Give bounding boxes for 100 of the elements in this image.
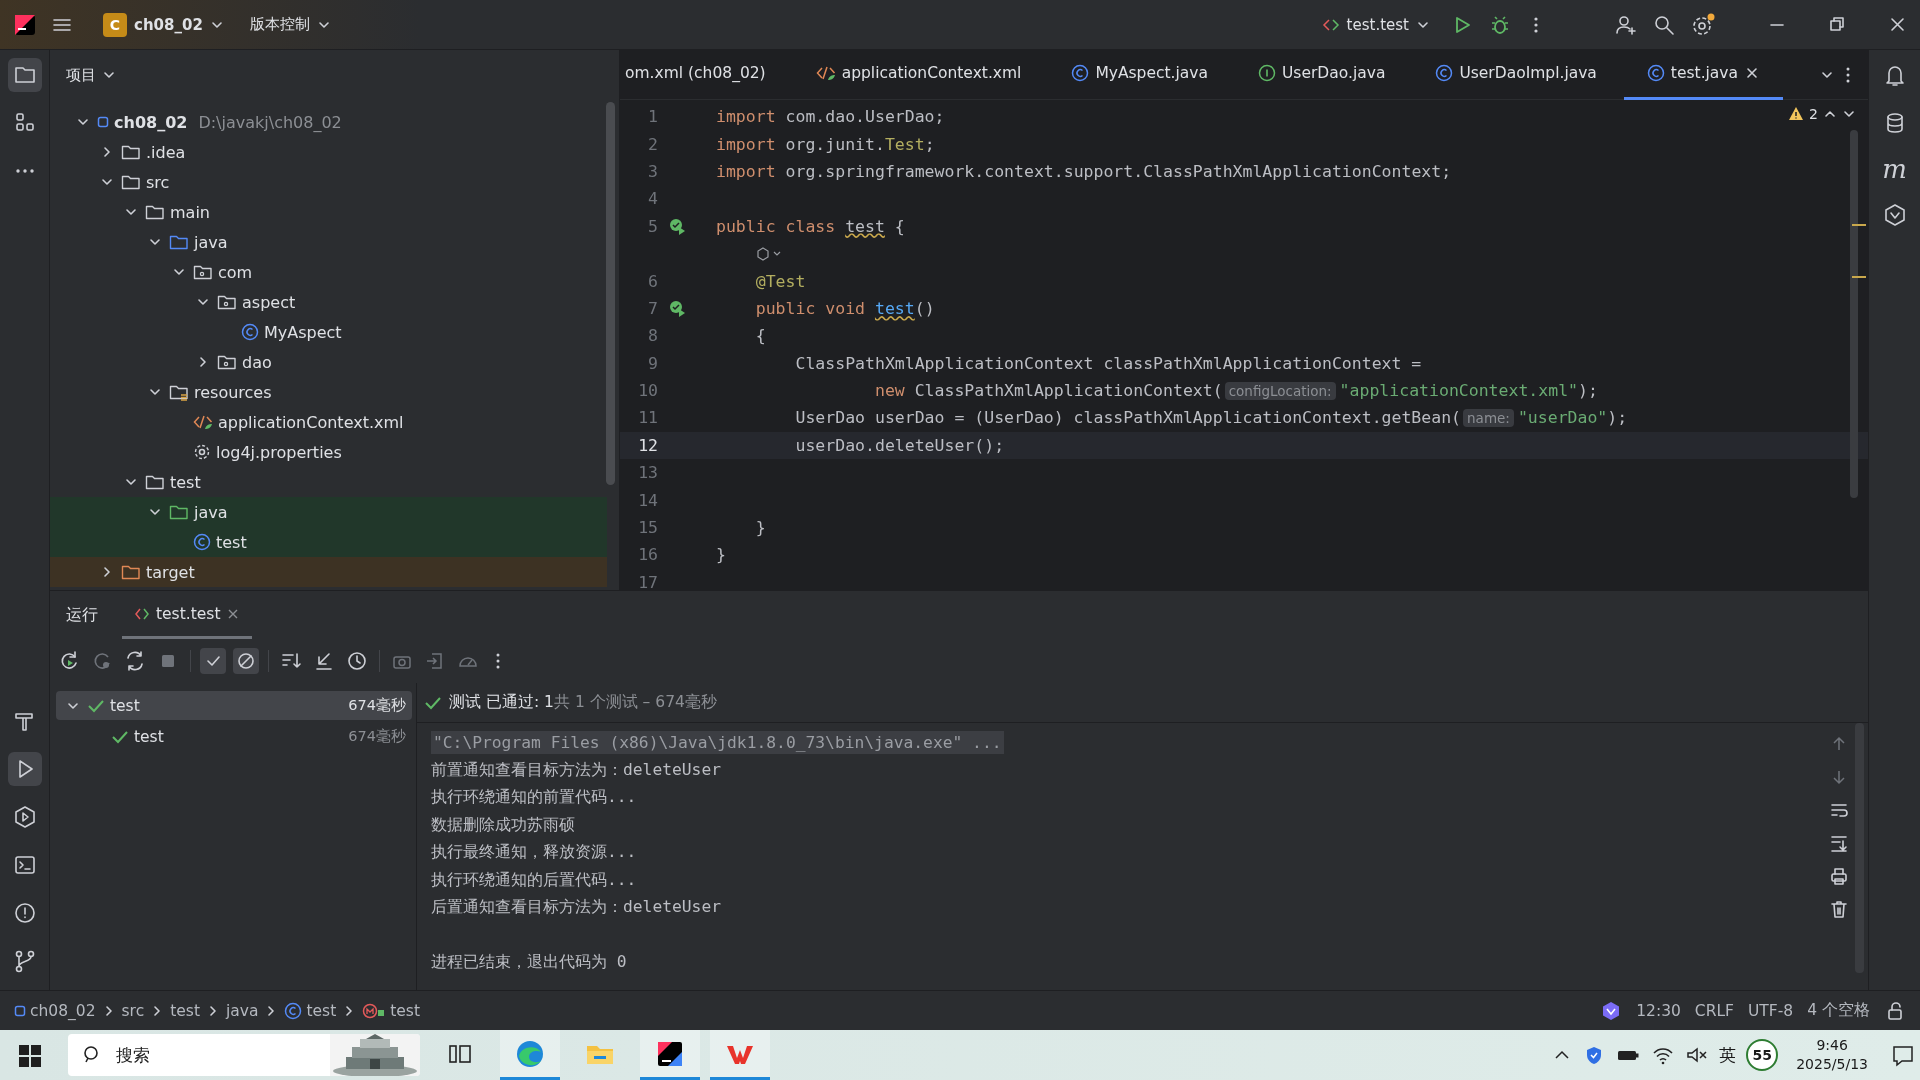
tree-row[interactable]: test xyxy=(50,527,607,557)
search-field[interactable]: 搜索 xyxy=(114,1044,294,1066)
class-icon xyxy=(284,1001,303,1020)
scrollbar[interactable] xyxy=(1850,130,1858,498)
tree-row[interactable]: ch08_02 D:\javakj\ch08_02 xyxy=(50,107,607,137)
tree-label: java xyxy=(194,502,228,522)
line-ending[interactable]: CRLF xyxy=(1694,1001,1734,1020)
editor-tab[interactable]: applicationContext.xml xyxy=(792,49,1045,100)
run-icon[interactable] xyxy=(7,752,42,786)
tree-label: test xyxy=(216,532,247,552)
warning-icon xyxy=(1788,106,1805,122)
panel-title[interactable]: 项目 xyxy=(66,65,96,85)
line-number: 6 xyxy=(648,271,658,291)
code-text: org.junit. xyxy=(785,134,885,154)
code-text: userDao.deleteUser(); xyxy=(794,435,1005,455)
tree-row[interactable]: resources xyxy=(50,377,607,407)
vcs-menu[interactable]: 版本控制 xyxy=(243,11,337,38)
maven-icon[interactable]: m xyxy=(1882,156,1907,182)
breadcrumb[interactable]: test xyxy=(284,1001,337,1020)
breadcrumb[interactable]: test xyxy=(362,1001,420,1020)
xml-file-icon xyxy=(193,413,213,431)
code-text: ); xyxy=(1578,381,1598,401)
module-icon xyxy=(14,1004,26,1017)
editor-tab[interactable]: om.xml (ch08_02) xyxy=(620,49,789,100)
package-icon xyxy=(217,353,237,371)
cursor-position[interactable]: 12:30 xyxy=(1636,1001,1681,1020)
breadcrumb[interactable]: java xyxy=(225,1001,259,1020)
interface-icon xyxy=(1258,64,1276,82)
search-box[interactable]: 搜索 xyxy=(68,1034,420,1076)
folder-icon xyxy=(169,233,189,251)
code-text: } xyxy=(716,545,726,565)
tree-row[interactable]: src xyxy=(50,167,607,197)
warning-marker[interactable] xyxy=(1852,276,1866,278)
test-name: test xyxy=(110,696,141,715)
tree-row[interactable]: java xyxy=(50,227,607,257)
code-text: test xyxy=(845,216,885,236)
settings-icon[interactable] xyxy=(1690,11,1716,38)
line-number: 15 xyxy=(638,518,658,538)
run-test-icon[interactable] xyxy=(668,217,686,236)
class-icon xyxy=(1646,64,1665,82)
xml-file-icon xyxy=(815,64,836,82)
line-number: 17 xyxy=(638,572,658,590)
code-text: ClassPathXmlApplicationContext( xyxy=(914,381,1223,401)
tree-row[interactable]: com xyxy=(50,257,607,287)
show-passed-toggle[interactable] xyxy=(200,648,226,674)
test-status: 测试 已通过: 1 xyxy=(449,692,554,713)
tree-row[interactable]: java xyxy=(50,497,607,527)
class-icon xyxy=(1071,64,1090,82)
tree-row[interactable]: target xyxy=(50,557,607,587)
run-configuration[interactable]: test.test xyxy=(1315,11,1436,38)
weather-badge[interactable]: 55 xyxy=(1746,1039,1779,1071)
tree-row[interactable]: test xyxy=(50,467,607,497)
indent-setting[interactable]: 4 个空格 xyxy=(1807,1000,1870,1021)
tree-row[interactable]: main xyxy=(50,197,607,227)
show-ignored-toggle[interactable] xyxy=(233,648,259,674)
class-icon xyxy=(1435,64,1454,82)
keyword: public void xyxy=(754,298,866,318)
tree-row[interactable]: aspect xyxy=(50,287,607,317)
tree-row[interactable]: .idea xyxy=(50,137,607,167)
tree-row[interactable]: MyAspect xyxy=(50,317,607,347)
input-method-indicator[interactable]: 英 xyxy=(1719,1043,1737,1067)
taskbar-app[interactable] xyxy=(640,1030,700,1080)
test-row[interactable]: test 674毫秒 xyxy=(56,722,412,751)
editor-tab[interactable]: UserDao.java xyxy=(1235,49,1409,100)
test-duration: 674毫秒 xyxy=(348,727,407,746)
tree-row[interactable]: log4j.properties xyxy=(50,437,607,467)
print-icon[interactable] xyxy=(1828,865,1850,887)
tree-label: src xyxy=(146,172,170,192)
breadcrumb[interactable]: ch08_02 xyxy=(14,1001,96,1020)
scrollbar[interactable] xyxy=(606,102,615,485)
breadcrumb[interactable]: test xyxy=(170,1001,200,1020)
test-row[interactable]: test 674毫秒 xyxy=(56,691,412,720)
folder-icon xyxy=(145,473,165,491)
project-switcher[interactable]: C ch08_02 xyxy=(97,8,230,41)
line-number: 7 xyxy=(648,298,658,318)
tree-row[interactable]: dao xyxy=(50,347,607,377)
clock[interactable]: 9:46 2025/5/13 xyxy=(1788,1036,1876,1074)
trash-icon[interactable] xyxy=(1828,898,1850,920)
tree-label: log4j.properties xyxy=(216,442,342,462)
run-tab[interactable]: test.test xyxy=(122,591,253,639)
console-line: 前置通知查看目标方法为：deleteUser xyxy=(431,759,722,782)
folder-icon[interactable] xyxy=(7,58,42,92)
line-number: 12 xyxy=(638,435,658,455)
editor-tab[interactable]: UserDaoImpl.java xyxy=(1412,49,1620,100)
folder-icon xyxy=(169,383,189,401)
editor-tab[interactable]: MyAspect.java xyxy=(1048,49,1231,100)
method-name: test xyxy=(874,298,915,318)
scrollbar[interactable] xyxy=(1855,723,1864,973)
tree-row[interactable]: applicationContext.xml xyxy=(50,407,607,437)
warning-marker[interactable] xyxy=(1852,224,1866,226)
run-test-icon[interactable] xyxy=(668,299,686,318)
console-line: 执行最终通知，释放资源... xyxy=(431,841,637,864)
class-icon xyxy=(241,323,259,341)
tree-label: com xyxy=(218,262,253,282)
editor-tab[interactable]: test.java xyxy=(1623,49,1784,100)
line-number: 16 xyxy=(638,545,658,565)
file-encoding[interactable]: UTF-8 xyxy=(1748,1001,1794,1020)
breadcrumb[interactable]: src xyxy=(121,1001,145,1020)
folder-icon xyxy=(121,563,141,581)
line-number: 1 xyxy=(648,107,658,127)
